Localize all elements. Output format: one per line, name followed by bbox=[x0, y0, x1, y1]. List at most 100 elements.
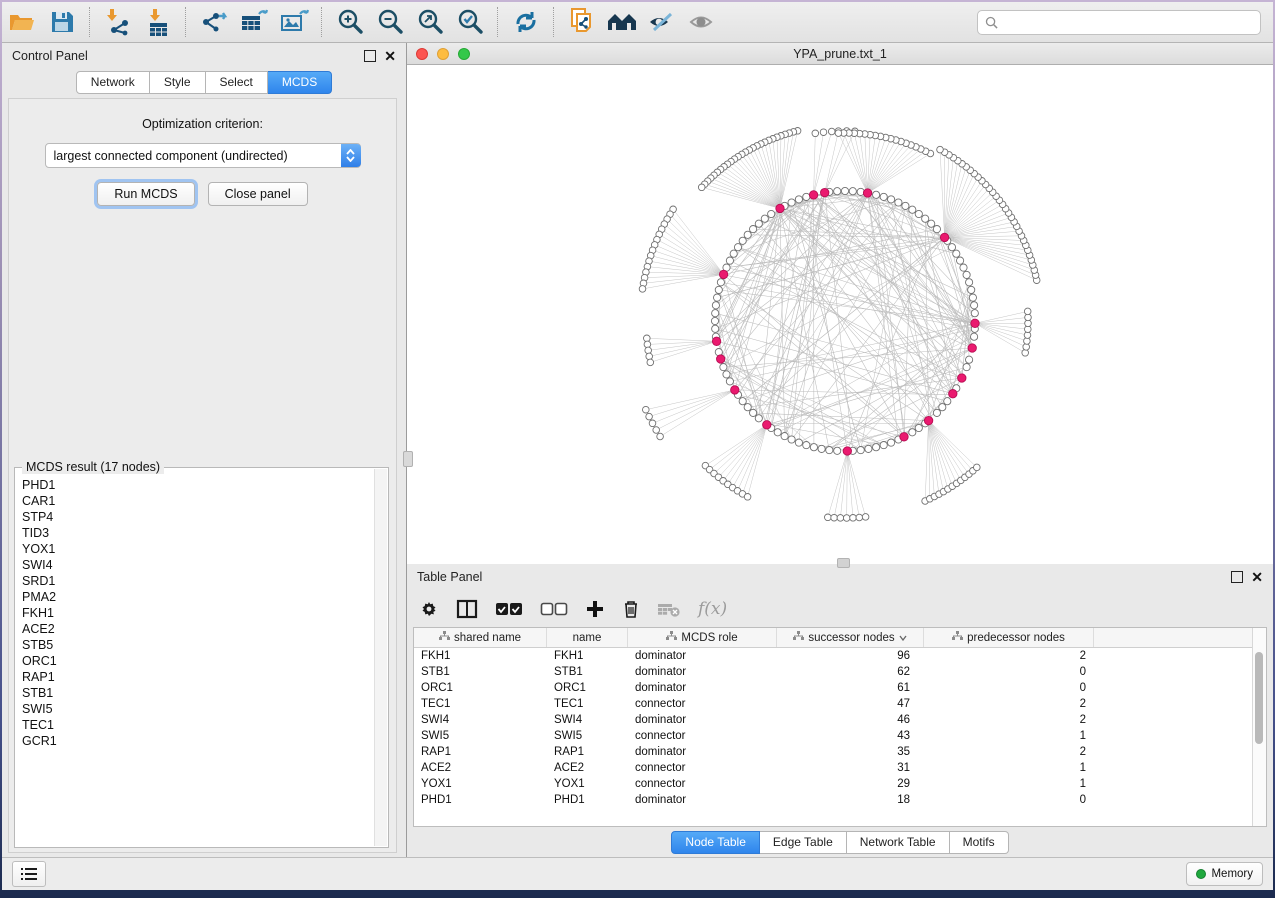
columns-icon[interactable] bbox=[456, 599, 478, 619]
vertical-splitter-handle[interactable] bbox=[403, 451, 413, 467]
table-settings-icon[interactable] bbox=[419, 599, 439, 619]
table-panel: Table Panel ✕ bbox=[407, 564, 1273, 857]
control-panel-tabs: NetworkStyleSelectMCDS bbox=[2, 71, 406, 94]
column-header-MCDS-role[interactable]: MCDS role bbox=[628, 628, 777, 647]
show-all-icon[interactable] bbox=[685, 7, 719, 37]
mcds-result-item[interactable]: ACE2 bbox=[22, 621, 375, 637]
table-scrollbar[interactable] bbox=[1252, 628, 1266, 826]
table-row[interactable]: SWI4SWI4dominator462 bbox=[414, 712, 1266, 728]
float-panel-icon[interactable] bbox=[364, 50, 376, 62]
tab-network-table[interactable]: Network Table bbox=[847, 831, 950, 854]
table-row[interactable]: YOX1YOX1connector291 bbox=[414, 776, 1266, 792]
column-header-name[interactable]: name bbox=[547, 628, 628, 647]
zoom-in-icon[interactable] bbox=[333, 7, 367, 37]
mcds-result-item[interactable]: ORC1 bbox=[22, 653, 375, 669]
zoom-selected-icon[interactable] bbox=[453, 7, 487, 37]
status-bar: Memory bbox=[2, 857, 1273, 890]
deselect-all-icon[interactable] bbox=[540, 602, 568, 616]
zoom-out-icon[interactable] bbox=[373, 7, 407, 37]
horizontal-splitter-handle[interactable] bbox=[837, 558, 850, 568]
table-row[interactable]: ACE2ACE2connector311 bbox=[414, 760, 1266, 776]
new-network-from-selection-icon[interactable] bbox=[565, 7, 599, 37]
mcds-result-item[interactable]: GCR1 bbox=[22, 733, 375, 749]
export-image-icon[interactable] bbox=[277, 7, 311, 37]
mcds-result-item[interactable]: YOX1 bbox=[22, 541, 375, 557]
export-table-icon[interactable] bbox=[237, 7, 271, 37]
column-header-successor-nodes[interactable]: successor nodes bbox=[777, 628, 924, 647]
attribute-type-icon bbox=[793, 631, 804, 644]
memory-status-icon bbox=[1196, 869, 1206, 879]
open-folder-icon[interactable] bbox=[5, 7, 39, 37]
column-header-shared-name[interactable]: shared name bbox=[414, 628, 547, 647]
mcds-result-item[interactable]: STB5 bbox=[22, 637, 375, 653]
mcds-result-item[interactable]: SWI4 bbox=[22, 557, 375, 573]
close-panel-button[interactable]: Close panel bbox=[208, 182, 308, 206]
add-column-icon[interactable] bbox=[585, 599, 605, 619]
apply-layout-icon[interactable] bbox=[509, 7, 543, 37]
mcds-result-item[interactable]: PMA2 bbox=[22, 589, 375, 605]
tab-edge-table[interactable]: Edge Table bbox=[760, 831, 847, 854]
table-row[interactable]: SWI5SWI5connector431 bbox=[414, 728, 1266, 744]
task-history-button[interactable] bbox=[12, 861, 46, 887]
mcds-result-list[interactable]: PHD1CAR1STP4TID3YOX1SWI4SRD1PMA2FKH1ACE2… bbox=[16, 469, 375, 846]
network-window-titlebar[interactable]: YPA_prune.txt_1 bbox=[407, 43, 1273, 65]
mcds-result-group: MCDS result (17 nodes) PHD1CAR1STP4TID3Y… bbox=[14, 467, 389, 848]
tab-node-table[interactable]: Node Table bbox=[671, 831, 760, 854]
save-icon[interactable] bbox=[45, 7, 79, 37]
select-stepper-icon bbox=[341, 144, 361, 167]
hide-selected-icon[interactable] bbox=[645, 7, 679, 37]
table-row[interactable]: ORC1ORC1dominator610 bbox=[414, 680, 1266, 696]
column-header-predecessor-nodes[interactable]: predecessor nodes bbox=[924, 628, 1094, 647]
tab-network[interactable]: Network bbox=[76, 71, 150, 94]
memory-button[interactable]: Memory bbox=[1186, 862, 1263, 886]
tab-select[interactable]: Select bbox=[206, 71, 268, 94]
mcds-result-item[interactable]: RAP1 bbox=[22, 669, 375, 685]
run-mcds-button[interactable]: Run MCDS bbox=[97, 182, 194, 206]
mcds-result-scrollbar[interactable] bbox=[374, 469, 387, 846]
mcds-result-item[interactable]: STB1 bbox=[22, 685, 375, 701]
mcds-result-item[interactable]: STP4 bbox=[22, 509, 375, 525]
table-row[interactable]: TEC1TEC1connector472 bbox=[414, 696, 1266, 712]
mcds-result-item[interactable]: FKH1 bbox=[22, 605, 375, 621]
attribute-type-icon bbox=[439, 631, 450, 644]
delete-column-icon[interactable] bbox=[622, 599, 640, 619]
search-box[interactable] bbox=[977, 10, 1261, 35]
float-table-panel-icon[interactable] bbox=[1231, 571, 1243, 583]
tab-mcds[interactable]: MCDS bbox=[268, 71, 332, 94]
close-panel-icon[interactable]: ✕ bbox=[384, 51, 396, 61]
mcds-result-item[interactable]: SRD1 bbox=[22, 573, 375, 589]
mcds-result-item[interactable]: PHD1 bbox=[22, 477, 375, 493]
table-body: FKH1FKH1dominator962STB1STB1dominator620… bbox=[414, 648, 1266, 808]
criterion-label: Optimization criterion: bbox=[9, 117, 396, 131]
close-table-panel-icon[interactable]: ✕ bbox=[1251, 572, 1263, 582]
mcds-result-item[interactable]: SWI5 bbox=[22, 701, 375, 717]
first-neighbors-icon[interactable] bbox=[605, 7, 639, 37]
mcds-result-item[interactable]: TEC1 bbox=[22, 717, 375, 733]
table-scrollbar-thumb[interactable] bbox=[1255, 652, 1263, 744]
table-row[interactable]: RAP1RAP1dominator352 bbox=[414, 744, 1266, 760]
table-row[interactable]: FKH1FKH1dominator962 bbox=[414, 648, 1266, 664]
search-icon bbox=[985, 16, 998, 29]
criterion-select[interactable]: largest connected component (undirected) bbox=[45, 143, 361, 168]
app-window: Control Panel ✕ NetworkStyleSelectMCDS O… bbox=[2, 2, 1273, 890]
zoom-fit-icon[interactable] bbox=[413, 7, 447, 37]
node-table[interactable]: shared namenameMCDS rolesuccessor nodesp… bbox=[413, 627, 1267, 827]
network-view[interactable] bbox=[407, 65, 1273, 564]
search-input[interactable] bbox=[1002, 14, 1260, 30]
tab-style[interactable]: Style bbox=[150, 71, 206, 94]
table-row[interactable]: STB1STB1dominator620 bbox=[414, 664, 1266, 680]
export-network-icon[interactable] bbox=[197, 7, 231, 37]
memory-label: Memory bbox=[1211, 868, 1253, 880]
control-panel: Control Panel ✕ NetworkStyleSelectMCDS O… bbox=[2, 43, 406, 857]
table-panel-title: Table Panel bbox=[417, 570, 482, 584]
attribute-type-icon bbox=[666, 631, 677, 644]
select-all-icon[interactable] bbox=[495, 602, 523, 616]
sort-indicator-icon bbox=[899, 635, 907, 641]
table-row[interactable]: PHD1PHD1dominator180 bbox=[414, 792, 1266, 808]
mcds-result-item[interactable]: TID3 bbox=[22, 525, 375, 541]
table-header-row[interactable]: shared namenameMCDS rolesuccessor nodesp… bbox=[414, 628, 1266, 648]
import-table-icon[interactable] bbox=[141, 7, 175, 37]
tab-motifs[interactable]: Motifs bbox=[950, 831, 1009, 854]
mcds-result-item[interactable]: CAR1 bbox=[22, 493, 375, 509]
import-network-icon[interactable] bbox=[101, 7, 135, 37]
